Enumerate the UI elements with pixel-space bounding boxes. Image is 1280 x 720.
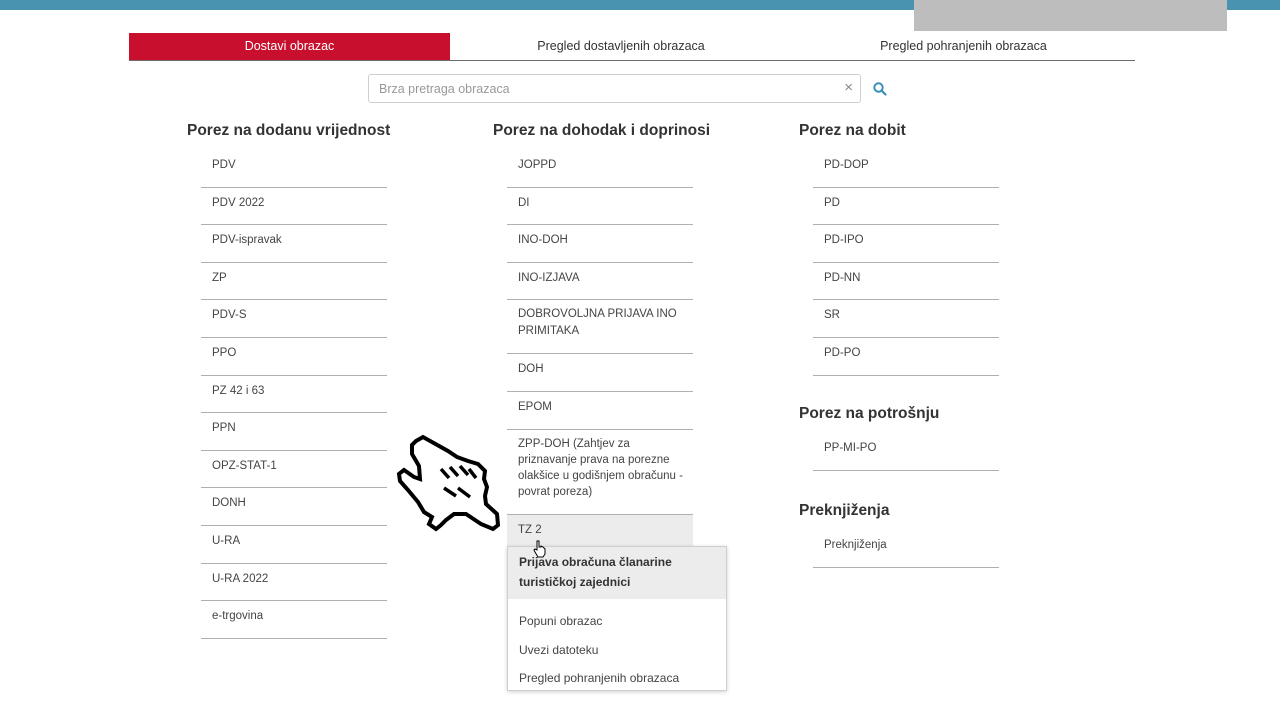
clear-icon[interactable]: × xyxy=(844,80,853,96)
form-item-pd-dop[interactable]: PD-DOP xyxy=(813,150,999,188)
form-item-doh[interactable]: DOH xyxy=(507,354,693,392)
form-item-preknjizenja[interactable]: Preknjiženja xyxy=(813,530,999,568)
form-item-zp[interactable]: ZP xyxy=(201,263,387,301)
form-list-preknjizenja: Preknjiženja xyxy=(813,530,999,568)
form-item-u-ra-2022[interactable]: U-RA 2022 xyxy=(201,564,387,602)
form-item-ppo[interactable]: PPO xyxy=(201,338,387,376)
form-item-pdv[interactable]: PDV xyxy=(201,150,387,188)
form-list-pdv: PDV PDV 2022 PDV-ispravak ZP PDV-S PPO P… xyxy=(201,150,387,639)
form-item-zpp-doh[interactable]: ZPP-DOH (Zahtjev za priznavanje prava na… xyxy=(507,430,693,515)
form-item-epom[interactable]: EPOM xyxy=(507,392,693,430)
action-pregled-pohranjenih[interactable]: Pregled pohranjenih obrazaca xyxy=(508,664,726,693)
form-item-ppn[interactable]: PPN xyxy=(201,413,387,451)
search-input[interactable] xyxy=(379,75,839,102)
form-list-dobit: PD-DOP PD PD-IPO PD-NN SR PD-PO xyxy=(813,150,999,376)
form-item-ino-doh[interactable]: INO-DOH xyxy=(507,225,693,263)
form-item-pd[interactable]: PD xyxy=(813,188,999,226)
form-item-di[interactable]: DI xyxy=(507,188,693,226)
form-item-pdv-2022[interactable]: PDV 2022 xyxy=(201,188,387,226)
tab-pregled-dostavljenih[interactable]: Pregled dostavljenih obrazaca xyxy=(450,33,792,60)
form-item-joppd[interactable]: JOPPD xyxy=(507,150,693,188)
hand-pointer-icon xyxy=(396,434,500,532)
form-item-u-ra[interactable]: U-RA xyxy=(201,526,387,564)
tab-pregled-pohranjenih[interactable]: Pregled pohranjenih obrazaca xyxy=(792,33,1135,60)
form-item-pdv-ispravak[interactable]: PDV-ispravak xyxy=(201,225,387,263)
action-popuni-obrazac[interactable]: Popuni obrazac xyxy=(508,607,726,636)
form-item-ino-izjava[interactable]: INO-IZJAVA xyxy=(507,263,693,301)
form-item-sr[interactable]: SR xyxy=(813,300,999,338)
header-overlay xyxy=(914,0,1227,31)
action-uvezi-datoteku[interactable]: Uvezi datoteku xyxy=(508,636,726,665)
form-item-pd-ipo[interactable]: PD-IPO xyxy=(813,225,999,263)
tab-dostavi-obrazac[interactable]: Dostavi obrazac xyxy=(129,33,450,60)
form-item-pd-po[interactable]: PD-PO xyxy=(813,338,999,376)
search-box: × xyxy=(368,74,861,103)
form-actions-dropdown: Prijava obračuna članarine turističkoj z… xyxy=(507,546,727,691)
form-item-pz-42-i-63[interactable]: PZ 42 i 63 xyxy=(201,376,387,414)
tab-bar: Dostavi obrazac Pregled dostavljenih obr… xyxy=(129,33,1135,61)
search-icon[interactable] xyxy=(872,81,888,97)
form-item-e-trgovina[interactable]: e-trgovina xyxy=(201,601,387,639)
form-item-donh[interactable]: DONH xyxy=(201,488,387,526)
form-item-pp-mi-po[interactable]: PP-MI-PO xyxy=(813,433,999,471)
form-item-opz-stat-1[interactable]: OPZ-STAT-1 xyxy=(201,451,387,489)
column-title-dobit: Porez na dobit xyxy=(799,122,906,139)
column-title-dohodak: Porez na dohodak i doprinosi xyxy=(493,122,711,139)
form-list-dohodak: JOPPD DI INO-DOH INO-IZJAVA DOBROVOLJNA … xyxy=(507,150,693,547)
form-item-dobrovoljna-prijava[interactable]: DOBROVOLJNA PRIJAVA INO PRIMITAKA xyxy=(507,300,693,355)
form-list-potrosnja: PP-MI-PO xyxy=(813,433,999,471)
column-title-preknjizenja: Preknjiženja xyxy=(799,502,890,519)
column-title-potrosnja: Porez na potrošnju xyxy=(799,405,940,422)
mouse-pointer-icon xyxy=(533,540,546,558)
form-item-pdv-s[interactable]: PDV-S xyxy=(201,300,387,338)
column-title-pdv: Porez na dodanu vrijednost xyxy=(187,122,391,139)
form-item-pd-nn[interactable]: PD-NN xyxy=(813,263,999,301)
